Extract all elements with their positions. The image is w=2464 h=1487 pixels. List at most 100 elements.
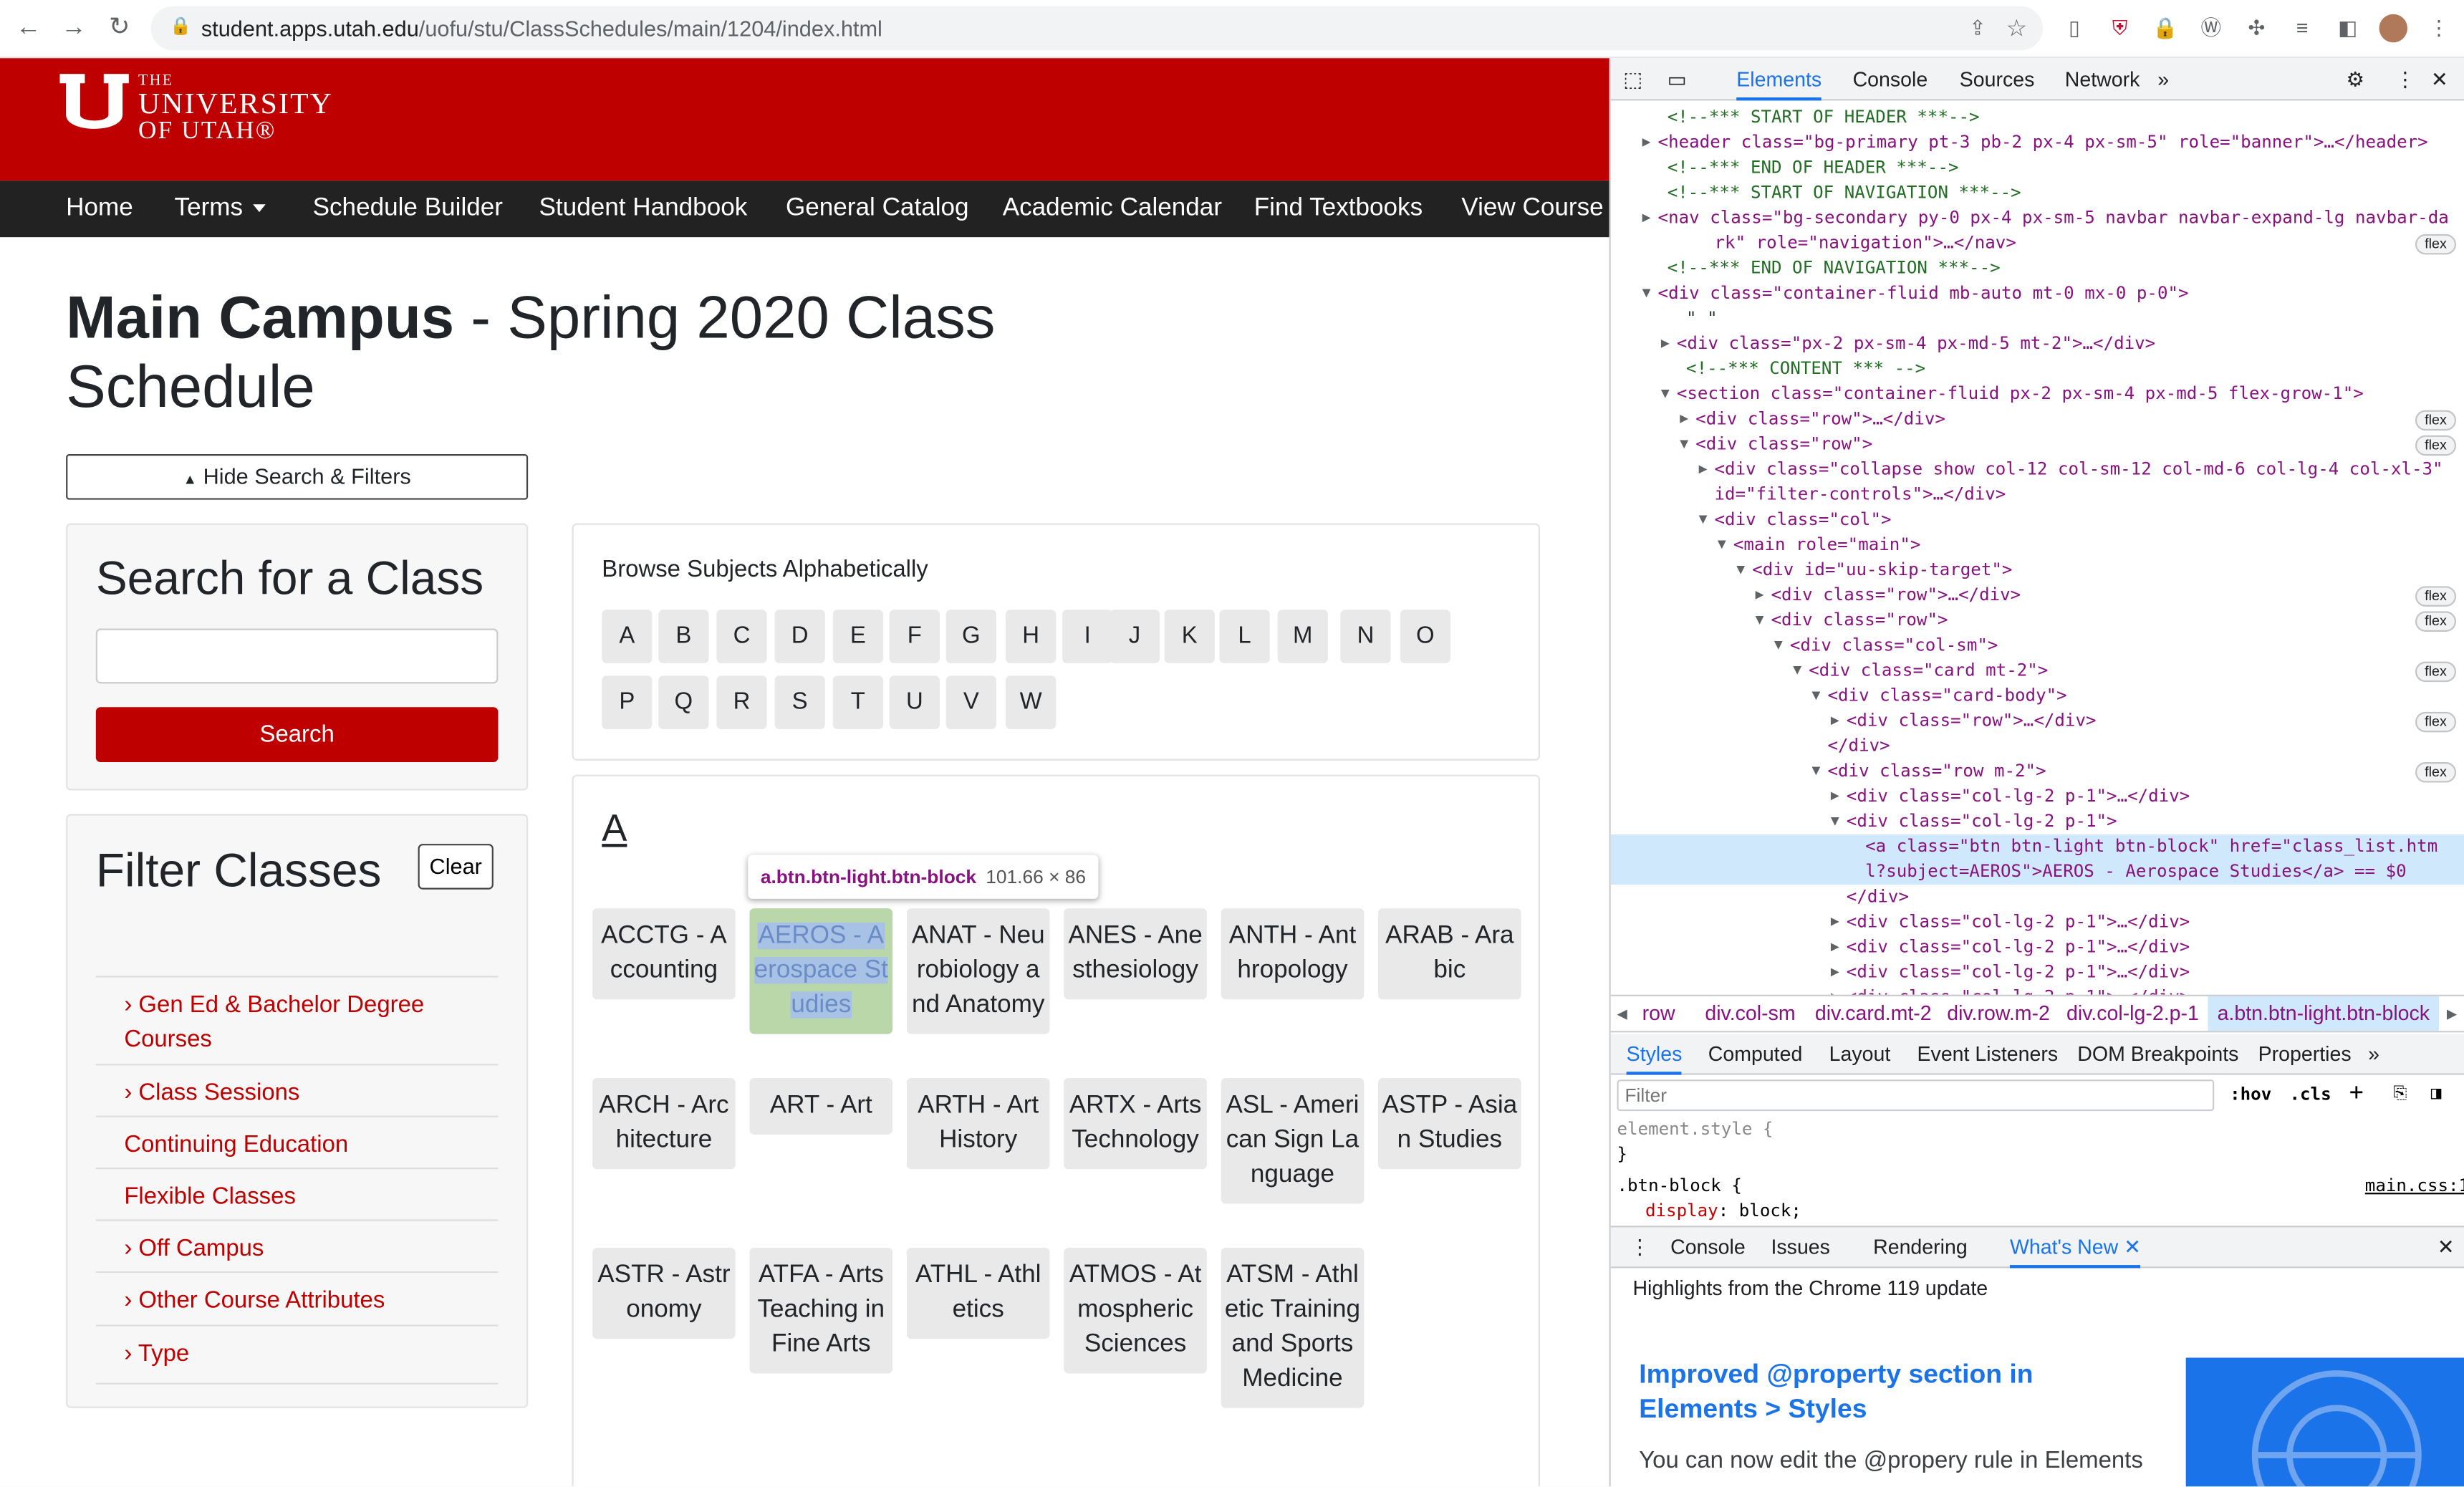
letter-button-h[interactable]: H <box>1006 610 1057 663</box>
dom-node[interactable]: <!--*** START OF HEADER ***--> <box>1611 105 2464 130</box>
document-extension-icon[interactable]: ▯ <box>2060 14 2088 42</box>
w-extension-icon[interactable]: Ⓦ <box>2197 14 2225 42</box>
dom-node[interactable]: ▼ <div class="col-lg-2 p-1"> <box>1611 809 2464 834</box>
subject-button-arth[interactable]: ARTH - Art History <box>906 1078 1050 1170</box>
flex-badge[interactable]: flex <box>2415 762 2457 783</box>
dom-node[interactable]: ▶ <div class="px-2 px-sm-4 px-md-5 mt-2">… <box>1611 332 2464 357</box>
letter-button-u[interactable]: U <box>889 675 940 729</box>
collapse-arrow-icon[interactable]: ▼ <box>1736 558 1745 583</box>
collapse-arrow-icon[interactable]: ▼ <box>1642 281 1651 307</box>
dom-node[interactable]: ▼ <div class="row"> flex <box>1611 432 2464 457</box>
dom-node[interactable]: </div> <box>1611 734 2464 759</box>
new-rule-plus-icon[interactable]: + <box>2349 1080 2364 1104</box>
dom-node[interactable]: ▶ <div class="col-lg-2 p-1">…</div> <box>1611 784 2464 809</box>
nav-home[interactable]: Home <box>66 181 133 237</box>
dom-node[interactable]: ▼ <div class="col-sm"> <box>1611 633 2464 658</box>
expand-arrow-icon[interactable]: ▶ <box>1680 407 1688 432</box>
dom-node[interactable]: <!--*** END OF HEADER ***--> <box>1611 155 2464 181</box>
extensions-puzzle-icon[interactable]: ✣ <box>2243 14 2271 42</box>
flex-badge[interactable]: flex <box>2415 611 2457 632</box>
hide-search-filters-button[interactable]: ▲ Hide Search & Filters <box>66 454 529 500</box>
collapse-arrow-icon[interactable]: ▼ <box>1812 759 1821 784</box>
media-queue-icon[interactable]: ≡ <box>2288 14 2316 42</box>
tab-console[interactable]: Console <box>1853 58 1928 100</box>
letter-button-r[interactable]: R <box>716 675 767 729</box>
clear-filters-button[interactable]: Clear <box>418 844 494 890</box>
expand-arrow-icon[interactable]: ▶ <box>1756 583 1764 608</box>
flex-badge[interactable]: flex <box>2415 234 2457 255</box>
filter-gen-ed[interactable]: › Gen Ed & Bachelor Degree Courses <box>95 976 499 1068</box>
dom-node[interactable]: ▶ <nav class="bg-secondary py-0 px-4 px-s… <box>1611 206 2464 231</box>
filter-off-campus[interactable]: › Off Campus <box>95 1219 499 1277</box>
drawer-tab-rendering[interactable]: Rendering <box>1873 1227 1968 1268</box>
more-tabs-icon[interactable]: » <box>2157 58 2169 100</box>
subject-button-anat[interactable]: ANAT - Neurobiology and Anatomy <box>906 908 1050 1034</box>
letter-button-f[interactable]: F <box>889 610 940 663</box>
dom-tree[interactable]: <!--*** START OF HEADER ***--> ▶ <header c… <box>1610 102 2464 995</box>
drawer-tab-whats-new[interactable]: What's New ✕ <box>2009 1227 2142 1269</box>
expand-arrow-icon[interactable]: ▶ <box>1831 960 1839 985</box>
letter-button-q[interactable]: Q <box>658 675 709 729</box>
collapse-arrow-icon[interactable]: ▼ <box>1699 508 1708 533</box>
paint-icon[interactable]: ⎘ <box>2393 1083 2407 1105</box>
subject-button-astr[interactable]: ASTR - Astronomy <box>592 1247 736 1339</box>
address-bar[interactable]: 🔒 student.apps.utah.edu/uofu/stu/ClassSc… <box>150 6 2044 51</box>
subject-button-atsm[interactable]: ATSM - Athletic Training and Sports Medi… <box>1221 1247 1365 1408</box>
drawer-tab-console[interactable]: Console <box>1670 1227 1746 1268</box>
subject-button-artx[interactable]: ARTX - Arts Technology <box>1064 1078 1207 1170</box>
lock-extension-icon[interactable]: 🔒 <box>2151 14 2179 42</box>
subject-button-arab[interactable]: ARAB - Arabic <box>1378 908 1521 1000</box>
close-drawer-icon[interactable]: ✕ <box>2437 1227 2455 1268</box>
letter-button-t[interactable]: T <box>832 675 883 729</box>
breadcrumb-item[interactable]: div.row.m-2 <box>1947 996 2050 1031</box>
expand-arrow-icon[interactable]: ▶ <box>1661 332 1670 357</box>
nav-student-handbook[interactable]: Student Handbook <box>539 181 748 237</box>
search-input[interactable] <box>95 628 499 684</box>
breadcrumb-left-arrow-icon[interactable]: ◂ <box>1617 996 1627 1031</box>
dom-node[interactable]: ▶ <header class="bg-primary pt-3 pb-2 px-… <box>1611 130 2464 155</box>
dom-node[interactable]: ▶ <div class="col-lg-2 p-1">…</div> <box>1611 960 2464 985</box>
subject-button-art[interactable]: ART - Art <box>749 1078 893 1135</box>
dom-node[interactable]: ▼ <div class="row m-2"> flex <box>1611 759 2464 784</box>
expand-arrow-icon[interactable]: ▶ <box>1831 986 1839 995</box>
drawer-tab-issues[interactable]: Issues <box>1771 1227 1830 1268</box>
styles-filter-input[interactable]: Filter <box>1617 1079 2215 1112</box>
cls-toggle[interactable]: .cls <box>2289 1084 2331 1107</box>
tab-network[interactable]: Network <box>2065 58 2140 100</box>
letter-button-v[interactable]: V <box>945 675 996 729</box>
subject-button-athl[interactable]: ATHL - Athletics <box>906 1247 1050 1339</box>
bookmark-star-icon[interactable]: ☆ <box>2006 14 2028 42</box>
subject-button-aeros[interactable]: AEROS - Aerospace Studies <box>749 908 893 1034</box>
dom-node[interactable]: " " <box>1611 307 2464 332</box>
search-button[interactable]: Search <box>95 707 499 763</box>
inspect-element-icon[interactable]: ⬚ <box>1623 58 1642 100</box>
reload-icon[interactable]: ↻ <box>104 13 135 44</box>
collapse-arrow-icon[interactable]: ▼ <box>1774 633 1783 658</box>
collapse-arrow-icon[interactable]: ▼ <box>1680 432 1688 457</box>
profile-avatar[interactable] <box>2379 14 2408 43</box>
side-panel-icon[interactable]: ◧ <box>2334 14 2362 42</box>
subject-button-arch[interactable]: ARCH - Architecture <box>592 1078 736 1170</box>
collapse-arrow-icon[interactable]: ▼ <box>1812 683 1821 708</box>
tab-computed[interactable]: Computed <box>1708 1034 1803 1075</box>
nav-academic-calendar[interactable]: Academic Calendar <box>1003 181 1222 237</box>
letter-button-a[interactable]: A <box>602 610 653 663</box>
breadcrumb-item[interactable]: div.col-sm <box>1705 996 1795 1031</box>
subject-button-atmos[interactable]: ATMOS - Atmospheric Sciences <box>1064 1247 1207 1374</box>
nav-view-course[interactable]: View Course F <box>1461 181 1609 237</box>
expand-arrow-icon[interactable]: ▶ <box>1831 784 1839 809</box>
flex-badge[interactable]: flex <box>2415 711 2457 733</box>
university-block-u-logo[interactable] <box>59 74 129 138</box>
device-toolbar-icon[interactable]: ▭ <box>1667 58 1687 100</box>
subject-button-astp[interactable]: ASTP - Asian Studies <box>1378 1078 1521 1170</box>
breadcrumb-item[interactable]: div.col-lg-2.p-1 <box>2066 996 2199 1031</box>
tab-dom-breakpoints[interactable]: DOM Breakpoints <box>2077 1034 2238 1075</box>
close-devtools-icon[interactable]: ✕ <box>2431 58 2448 100</box>
expand-arrow-icon[interactable]: ▶ <box>1831 935 1839 960</box>
letter-button-b[interactable]: B <box>658 610 709 663</box>
hov-toggle[interactable]: :hov <box>2230 1084 2271 1107</box>
subject-button-atfa[interactable]: ATFA - Arts Teaching in Fine Arts <box>749 1247 893 1374</box>
subject-button-anes[interactable]: ANES - Anesthesiology <box>1064 908 1207 1000</box>
letter-button-n[interactable]: N <box>1340 610 1391 663</box>
dom-node[interactable]: ▶ <div class="row">…</div> flex <box>1611 708 2464 733</box>
